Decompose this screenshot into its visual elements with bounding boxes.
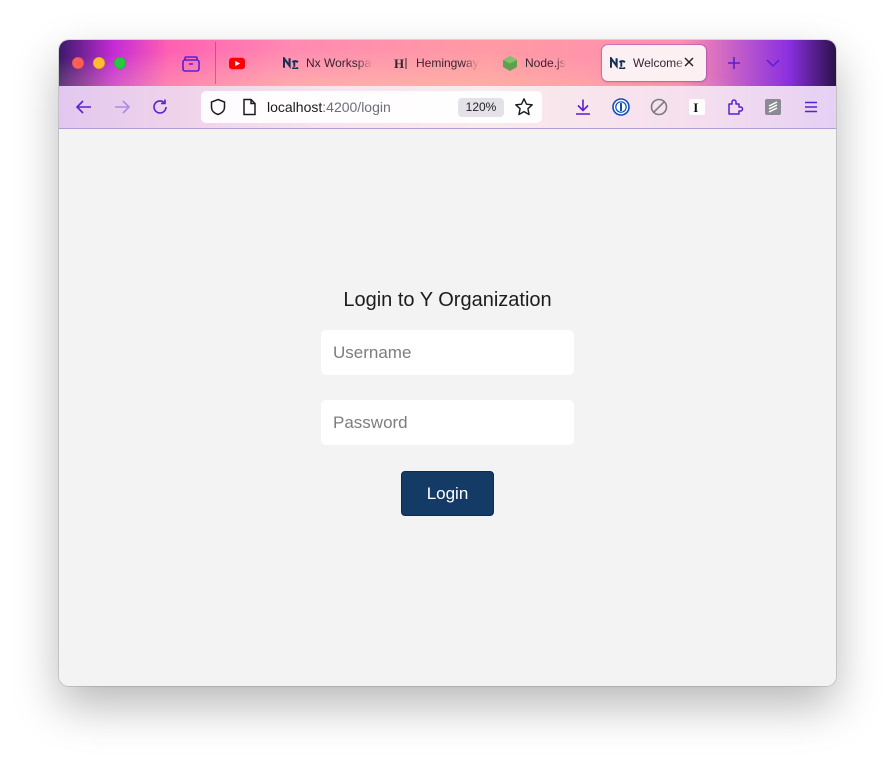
- youtube-icon: [229, 55, 245, 71]
- tab-groups-icon[interactable]: [180, 53, 202, 75]
- svg-text:I: I: [693, 100, 698, 115]
- tab-label: Welcome: [633, 56, 683, 70]
- close-tab-icon[interactable]: [682, 55, 696, 69]
- url-text[interactable]: localhost:4200/login: [267, 99, 391, 115]
- url-bar[interactable]: localhost:4200/login 120%: [201, 91, 542, 123]
- tab-hemingway[interactable]: H Hemingway: [393, 45, 483, 81]
- extensions-icon: [728, 99, 744, 115]
- nodejs-icon: [502, 55, 518, 71]
- minimize-window-button[interactable]: [93, 57, 105, 69]
- close-window-button[interactable]: [72, 57, 84, 69]
- hemingway-icon: H: [393, 55, 409, 71]
- block-icon: [650, 98, 668, 116]
- tab-label: Node.js: [525, 56, 566, 70]
- url-path: :4200/login: [322, 99, 391, 115]
- nx-logo-icon: [610, 55, 626, 71]
- svg-text:H: H: [394, 57, 404, 70]
- instapaper-icon: I: [689, 99, 705, 115]
- arrow-right-icon: [115, 100, 131, 114]
- nx-logo-icon: [283, 55, 299, 71]
- forward-button[interactable]: [111, 96, 133, 118]
- navigation-toolbar: localhost:4200/login 120% I: [59, 86, 836, 129]
- onepassword-icon: [612, 98, 630, 116]
- new-tab-button[interactable]: [723, 52, 745, 74]
- arrow-left-icon: [75, 100, 91, 114]
- shield-icon[interactable]: [209, 98, 227, 116]
- page-info-icon[interactable]: [240, 98, 258, 116]
- tab-nodejs[interactable]: Node.js: [502, 45, 592, 81]
- notes-icon: [765, 99, 781, 115]
- list-all-tabs-icon[interactable]: [762, 53, 784, 73]
- username-input[interactable]: [321, 330, 574, 375]
- password-input[interactable]: [321, 400, 574, 445]
- download-icon: [576, 99, 590, 115]
- page-content: Login to Y Organization Login: [59, 129, 836, 686]
- tab-youtube[interactable]: [229, 45, 269, 81]
- tab-label: Hemingway: [416, 56, 479, 70]
- blocker-button[interactable]: [648, 96, 670, 118]
- onepassword-button[interactable]: [610, 96, 632, 118]
- menu-icon: [805, 101, 817, 113]
- reload-button[interactable]: [149, 96, 171, 118]
- login-title: Login to Y Organization: [343, 289, 552, 311]
- app-menu-button[interactable]: [800, 96, 822, 118]
- extensions-button[interactable]: [724, 96, 746, 118]
- zoom-level-badge[interactable]: 120%: [458, 98, 504, 117]
- tab-nx-workspace[interactable]: Nx Workspace: [283, 45, 373, 81]
- notes-button[interactable]: [762, 96, 784, 118]
- tab-welcome[interactable]: Welcome: [602, 45, 706, 81]
- instapaper-button[interactable]: I: [686, 96, 708, 118]
- url-host: localhost: [267, 99, 323, 115]
- login-button[interactable]: Login: [401, 471, 494, 516]
- tab-strip: Nx Workspace H Hemingway Node.js: [59, 40, 836, 86]
- tab-label: Nx Workspace: [306, 56, 373, 70]
- reload-icon: [153, 99, 167, 114]
- bookmark-star-icon[interactable]: [514, 97, 534, 117]
- downloads-button[interactable]: [572, 96, 594, 118]
- maximize-window-button[interactable]: [114, 57, 126, 69]
- browser-window: Nx Workspace H Hemingway Node.js: [59, 40, 836, 686]
- back-button[interactable]: [73, 96, 95, 118]
